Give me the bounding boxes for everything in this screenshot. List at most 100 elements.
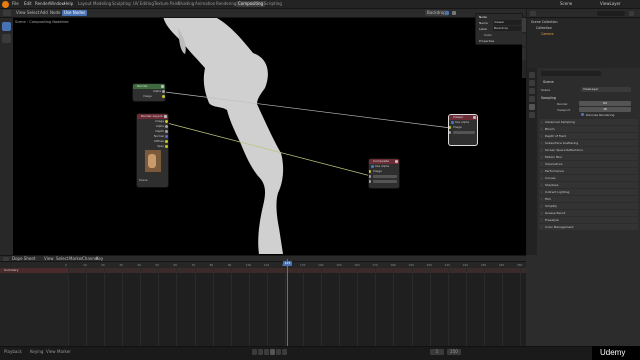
comp-input-0-socket[interactable]	[369, 170, 371, 173]
prev-key-icon[interactable]	[258, 349, 263, 355]
tab-compositing[interactable]: Compositing	[236, 1, 266, 7]
header-menu-add[interactable]: Add	[40, 10, 48, 16]
end-frame-field[interactable]: 250	[447, 349, 461, 355]
sidebar-tab-node[interactable]	[522, 18, 526, 32]
sampling-render-field[interactable]: 64	[579, 101, 631, 106]
comp-input-2-field[interactable]	[373, 180, 397, 183]
backdrop-toggle-icon[interactable]	[445, 11, 449, 15]
checkbox-icon[interactable]	[371, 165, 374, 168]
node-render[interactable]: Render Alpha Image	[133, 84, 165, 101]
outliner-search-input[interactable]	[597, 11, 625, 16]
snap-icon[interactable]	[452, 11, 456, 15]
header-menu-select[interactable]: Select	[27, 10, 39, 16]
start-frame-field[interactable]: 1	[430, 349, 444, 355]
node-viewer-close-icon[interactable]	[473, 116, 476, 119]
socket-render-image[interactable]	[162, 95, 165, 98]
render-tab-icon[interactable]	[529, 80, 535, 86]
panel-curves[interactable]: Curves	[539, 175, 638, 181]
panel-performance[interactable]: Performance	[539, 168, 638, 174]
comp-input-1-socket[interactable]	[369, 175, 371, 178]
outliner-camera[interactable]: Camera	[541, 32, 554, 36]
header-menu-node[interactable]: Node	[50, 10, 60, 16]
jump-end-icon[interactable]	[282, 349, 287, 355]
view-layer-dropdown[interactable]: ViewLayer	[581, 87, 631, 92]
tool-tab-icon[interactable]	[529, 72, 535, 78]
playhead[interactable]	[287, 259, 288, 346]
sidebar-name-field[interactable]: Viewer	[493, 20, 521, 25]
annotate-tool-icon[interactable]	[2, 34, 11, 43]
sidebar-properties-header[interactable]: Properties	[479, 39, 494, 43]
current-frame-indicator[interactable]: 125	[283, 261, 292, 266]
scene-tab-icon[interactable]	[529, 104, 535, 110]
node-composite[interactable]: Composite Use Alpha Image	[369, 159, 399, 188]
header-menu-view[interactable]: View	[16, 10, 26, 16]
menu-edit[interactable]: Edit	[24, 1, 32, 6]
comp-input-1-field[interactable]	[373, 175, 397, 178]
tab-rendering[interactable]: Rendering	[214, 1, 238, 7]
comp-input-2-socket[interactable]	[369, 180, 371, 183]
panel-advanced-sampling[interactable]: Advanced Sampling	[539, 119, 638, 125]
play-reverse-icon[interactable]	[264, 349, 269, 355]
panel-color-management[interactable]: Color Management	[539, 224, 638, 230]
output-tab-icon[interactable]	[529, 88, 535, 94]
sidebar-tab-tool[interactable]	[522, 34, 526, 46]
panel-grease-pencil[interactable]: Grease Pencil	[539, 210, 638, 216]
filter-icon[interactable]	[629, 11, 634, 16]
panel-indirect-lighting[interactable]: Indirect Lighting	[539, 189, 638, 195]
panel-motion-blur[interactable]: Motion Blur	[539, 154, 638, 160]
dopesheet-editor-type-icon[interactable]	[3, 257, 9, 261]
sidebar-color-toggle[interactable]: Color	[484, 33, 492, 37]
view-layer-selector[interactable]: ViewLayer	[600, 1, 621, 6]
tab-scripting[interactable]: Scripting	[262, 1, 284, 7]
tab-sculpting[interactable]: Sculpting	[110, 1, 133, 7]
socket-render-alpha[interactable]	[162, 90, 165, 93]
rl-output-0-socket[interactable]	[165, 120, 168, 123]
sidebar-section-node[interactable]: Node	[479, 15, 487, 19]
node-viewer[interactable]: Viewer Use Alpha Image	[449, 115, 477, 145]
panel-volumetrics[interactable]: Volumetrics	[539, 161, 638, 167]
denoise-checkbox[interactable]	[581, 113, 584, 116]
node-render-preview-icon[interactable]	[161, 85, 164, 88]
dopesheet-area[interactable]	[68, 268, 526, 346]
outliner-collection[interactable]: Collection	[536, 26, 552, 30]
world-tab-icon[interactable]	[529, 112, 535, 118]
panel-shadows[interactable]: Shadows	[539, 182, 638, 188]
menu-help[interactable]: Help	[64, 1, 73, 6]
viewer-input-1-field[interactable]	[453, 131, 475, 134]
viewer-input-0-socket[interactable]	[449, 126, 451, 129]
node-editor-backdrop[interactable]: Scene › Compositing Nodetree Render Alph…	[13, 18, 526, 255]
node-render-layers[interactable]: Render Layers Image Alpha Depth Normal D…	[137, 114, 168, 187]
node-render-layers-close-icon[interactable]	[164, 115, 167, 118]
checkbox-icon[interactable]	[451, 121, 454, 124]
rl-output-1-socket[interactable]	[165, 125, 168, 128]
view-menu[interactable]: View	[46, 349, 56, 354]
menu-file[interactable]: File	[12, 1, 19, 6]
next-key-icon[interactable]	[276, 349, 281, 355]
node-composite-close-icon[interactable]	[395, 160, 398, 163]
scene-selector[interactable]: Scene	[560, 1, 572, 6]
playback-menu[interactable]: Playback	[4, 349, 22, 354]
panel-sampling-header[interactable]: Sampling	[541, 96, 556, 100]
view-layer-tab-icon[interactable]	[529, 96, 535, 102]
outliner-scene-collection[interactable]: Scene Collection	[531, 20, 558, 24]
editor-type-icon[interactable]	[3, 10, 11, 16]
panel-ssr[interactable]: Screen Space Reflections	[539, 147, 638, 153]
jump-start-icon[interactable]	[252, 349, 257, 355]
rl-output-2-socket[interactable]	[165, 130, 168, 133]
panel-bloom[interactable]: Bloom	[539, 126, 638, 132]
viewer-input-1-socket[interactable]	[449, 131, 451, 134]
panel-simplify[interactable]: Simplify	[539, 203, 638, 209]
sidebar-label-field[interactable]: Backdrop	[493, 26, 521, 31]
keying-menu[interactable]: Keying	[30, 349, 43, 354]
menu-render[interactable]: Render	[35, 1, 49, 6]
panel-sss[interactable]: Subsurface Scattering	[539, 140, 638, 146]
node-render-layers-scene[interactable]: Scene	[139, 178, 165, 183]
rl-output-3-socket[interactable]	[165, 135, 168, 138]
blender-logo-icon[interactable]	[2, 1, 9, 8]
select-box-tool-icon[interactable]	[2, 22, 11, 31]
panel-film[interactable]: Film	[539, 196, 638, 202]
play-icon[interactable]	[270, 349, 275, 355]
panel-depth-of-field[interactable]: Depth of Field	[539, 133, 638, 139]
sidebar-tab-view[interactable]	[522, 48, 526, 60]
rl-output-5-socket[interactable]	[165, 145, 168, 148]
